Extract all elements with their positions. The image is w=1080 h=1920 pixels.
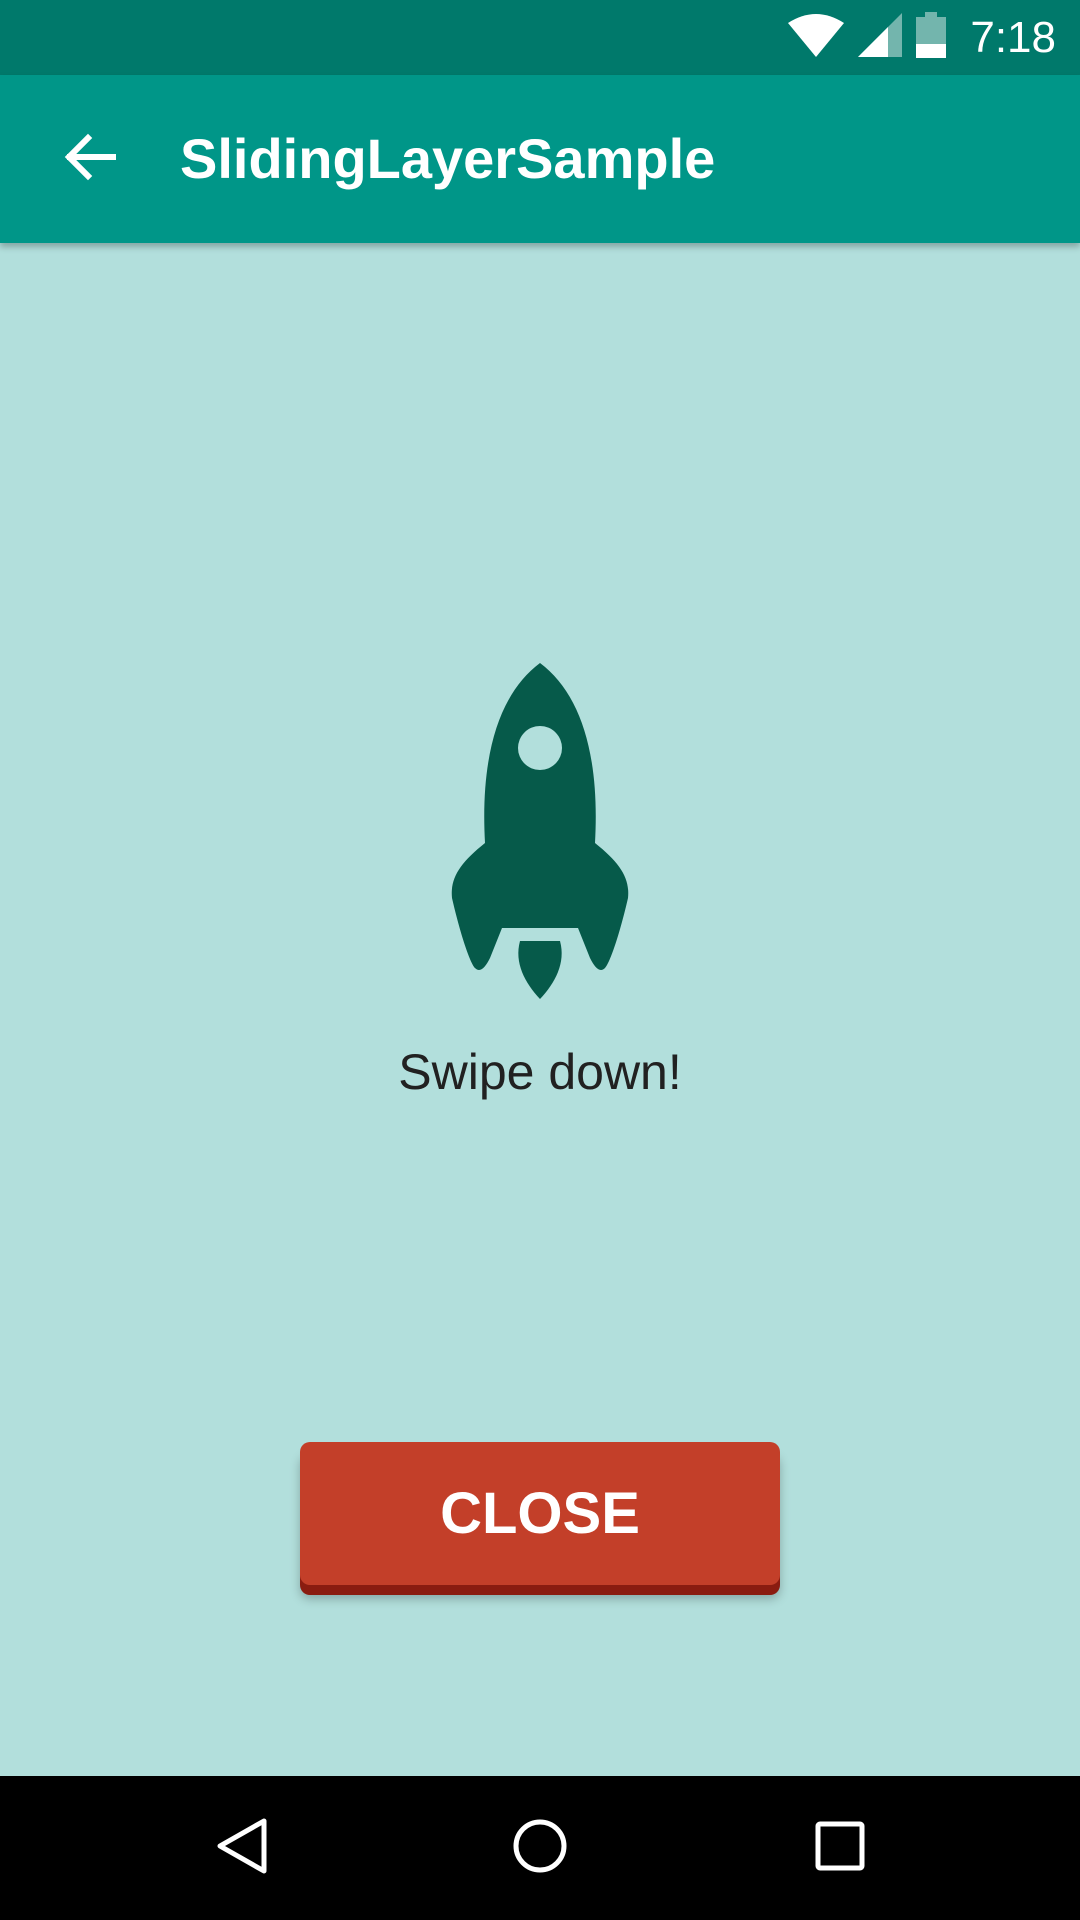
nav-home-button[interactable] <box>468 1776 612 1920</box>
app-bar: SlidingLayerSample <box>0 75 1080 243</box>
close-button[interactable]: CLOSE <box>300 1442 780 1585</box>
cell-signal-icon <box>858 13 903 62</box>
battery-icon <box>916 12 947 63</box>
recents-square-icon <box>812 1818 868 1879</box>
arrow-back-icon <box>64 133 117 186</box>
app-title: SlidingLayerSample <box>180 127 716 190</box>
home-circle-icon <box>510 1816 570 1881</box>
status-time: 7:18 <box>970 12 1056 62</box>
navigation-bar <box>0 1776 1080 1920</box>
wifi-icon <box>788 13 845 62</box>
status-bar: 7:18 <box>0 0 1080 75</box>
content-area: Swipe down! CLOSE <box>0 243 1080 1776</box>
status-icons: 7:18 <box>788 0 1056 75</box>
back-triangle-icon <box>214 1816 270 1881</box>
hint-text: Swipe down! <box>398 1044 682 1100</box>
rocket-icon <box>451 663 629 999</box>
back-button[interactable] <box>40 109 140 209</box>
screen: 7:18 SlidingLayerSample Swipe down! CLOS… <box>0 0 1080 1920</box>
nav-back-button[interactable] <box>170 1776 314 1920</box>
nav-recents-button[interactable] <box>768 1776 912 1920</box>
